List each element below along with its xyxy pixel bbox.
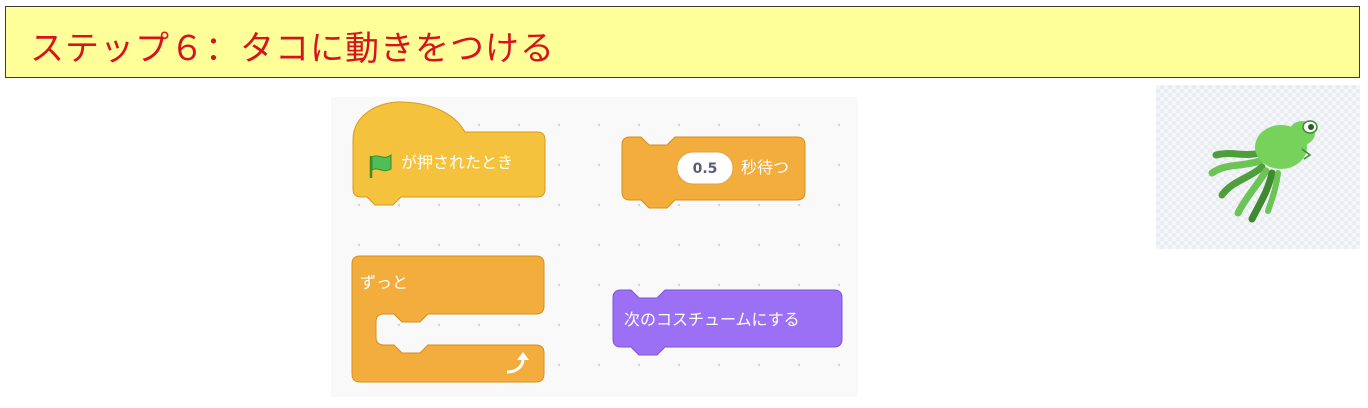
when-flag-clicked-block[interactable]: が押されたとき xyxy=(352,101,546,206)
wait-seconds-value: 0.5 xyxy=(693,161,718,177)
wait-block[interactable]: 0.5 秒待つ xyxy=(621,136,806,209)
sprite-preview xyxy=(1156,85,1360,249)
wait-label: 秒待つ xyxy=(741,158,789,177)
code-workspace: が押されたとき 0.5 秒待つ ずっと 次のコスチュームにする xyxy=(331,97,858,397)
octopus-sprite xyxy=(1208,120,1318,223)
next-costume-block[interactable]: 次のコスチュームにする xyxy=(612,289,843,356)
step-title: ステップ６：タコに動きをつける xyxy=(30,29,555,69)
next-costume-label: 次のコスチュームにする xyxy=(624,310,800,329)
when-flag-label: が押されたとき xyxy=(401,153,513,172)
blocks-canvas: が押されたとき 0.5 秒待つ ずっと 次のコスチュームにする xyxy=(351,101,843,383)
forever-block[interactable]: ずっと xyxy=(351,255,545,383)
step-title-bar: ステップ６：タコに動きをつける xyxy=(5,6,1360,78)
forever-label: ずっと xyxy=(360,273,408,292)
